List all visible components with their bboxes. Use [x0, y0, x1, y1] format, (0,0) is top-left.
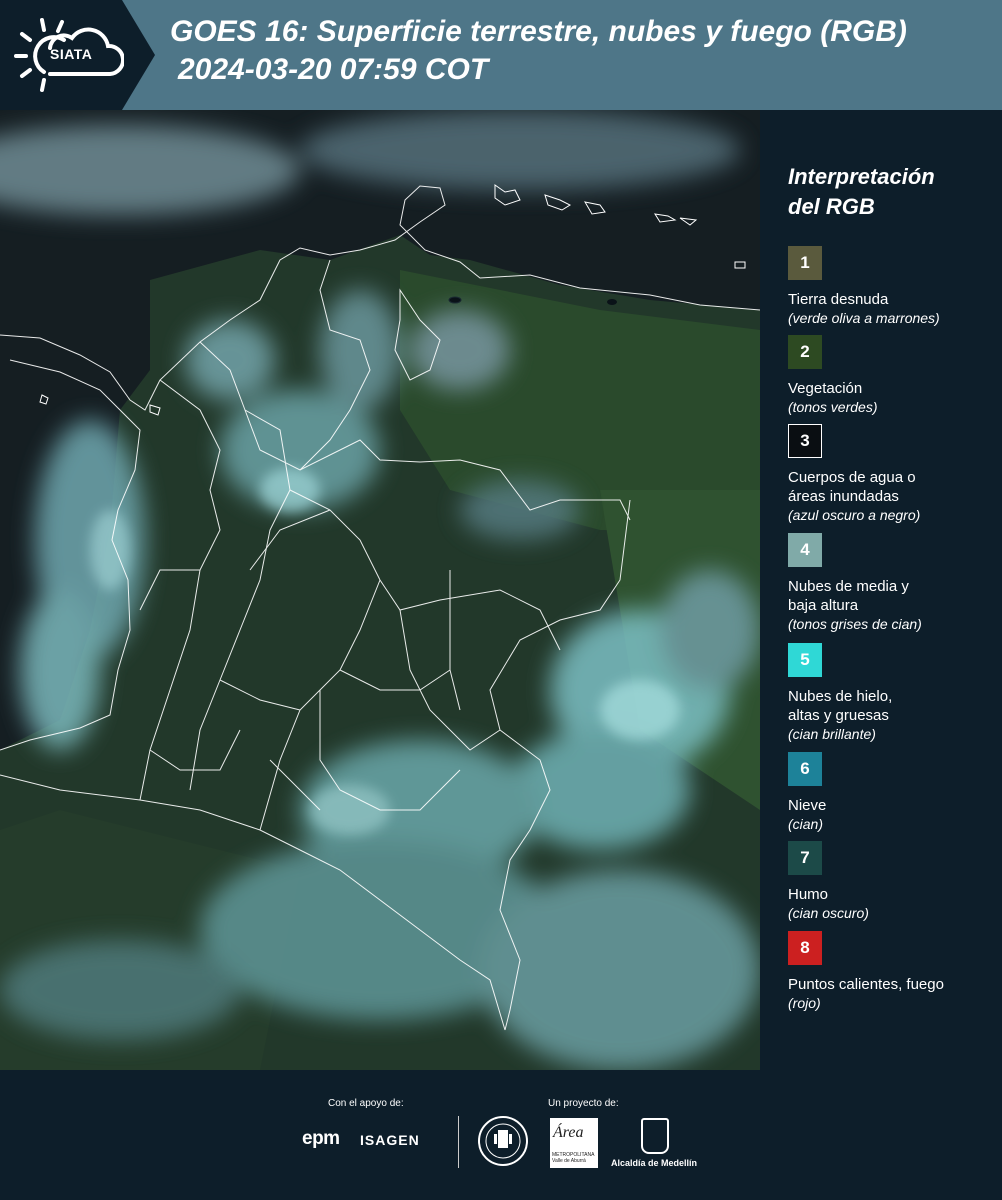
- epm-logo: epm: [302, 1128, 340, 1149]
- legend-number: 5: [800, 650, 810, 669]
- seal-hand-icon: [485, 1123, 521, 1159]
- legend-note: (rojo): [788, 995, 821, 1011]
- legend-swatch-7: 7: [788, 841, 822, 875]
- project-label: Un proyecto de:: [548, 1098, 619, 1109]
- legend-panel: Interpretación del RGB 1 Tierra desnuda …: [772, 110, 1002, 1070]
- satellite-map[interactable]: [0, 110, 760, 1070]
- logo-container: SIATA: [0, 0, 155, 110]
- legend-swatch-4: 4: [788, 533, 822, 567]
- area-metropolitana-logo: Área METROPOLITANA Valle de Aburrá: [550, 1118, 598, 1168]
- legend-label: Tierra desnuda: [788, 291, 889, 308]
- legend-item: 1 Tierra desnuda (verde oliva a marrones…: [788, 246, 998, 328]
- legend-title-line2: del RGB: [788, 194, 875, 219]
- legend-item: 7 Humo (cian oscuro): [788, 841, 998, 923]
- legend-note: (tonos grises de cian): [788, 616, 922, 632]
- footer: Con el apoyo de: Un proyecto de: epm ISA…: [0, 1070, 1002, 1200]
- legend-number: 7: [800, 848, 810, 867]
- legend-label: Nieve: [788, 797, 827, 814]
- legend-swatch-5: 5: [788, 643, 822, 677]
- legend-note: (cian): [788, 816, 824, 832]
- header: SIATA GOES 16: Superficie terrestre, nub…: [0, 0, 1002, 110]
- satellite-image: [0, 110, 760, 1070]
- legend-note: (tonos verdes): [788, 399, 878, 415]
- legend-swatch-1: 1: [788, 246, 822, 280]
- legend-label: Nubes de hielo, altas y gruesas: [788, 688, 893, 724]
- alcaldia-shield-icon: [641, 1118, 669, 1154]
- legend-label: Puntos calientes, fuego: [788, 976, 944, 993]
- legend-swatch-6: 6: [788, 752, 822, 786]
- legend-note: (azul oscuro a negro): [788, 507, 921, 523]
- legend-label: Cuerpos de agua o áreas inundadas: [788, 469, 916, 505]
- isagen-logo: ISAGEN: [360, 1132, 420, 1148]
- legend-label: Vegetación: [788, 380, 863, 397]
- legend-note: (cian brillante): [788, 726, 876, 742]
- legend-swatch-3: 3: [788, 424, 822, 458]
- support-label: Con el apoyo de:: [328, 1098, 404, 1109]
- legend-label: Humo: [788, 886, 829, 903]
- legend-number: 3: [800, 431, 810, 450]
- alcaldia-text: Alcaldía de Medellín: [611, 1158, 698, 1168]
- legend-swatch-2: 2: [788, 335, 822, 369]
- logo-text: SIATA: [50, 46, 93, 62]
- legend-item: 4 Nubes de media y baja altura (tonos gr…: [788, 533, 998, 634]
- legend-note: (cian oscuro): [788, 905, 869, 921]
- page-title: GOES 16: Superficie terrestre, nubes y f…: [170, 15, 907, 48]
- legend-note: (verde oliva a marrones): [788, 310, 940, 326]
- legend-title-line1: Interpretación: [788, 164, 935, 189]
- legend-item: 8 Puntos calientes, fuego (rojo): [788, 931, 998, 1013]
- divider: [458, 1116, 459, 1168]
- legend-number: 8: [800, 938, 810, 957]
- legend-label: Nubes de media y baja altura: [788, 578, 909, 614]
- legend-item: 2 Vegetación (tonos verdes): [788, 335, 998, 417]
- legend-number: 1: [800, 253, 810, 272]
- legend-number: 2: [800, 342, 810, 361]
- area-logo-subtext: METROPOLITANA Valle de Aburrá: [552, 1152, 595, 1164]
- legend-item: 5 Nubes de hielo, altas y gruesas (cian …: [788, 643, 998, 744]
- legend-item: 3 Cuerpos de agua o áreas inundadas (azu…: [788, 424, 998, 525]
- legend-number: 6: [800, 759, 810, 778]
- siata-seal-icon: [478, 1116, 528, 1166]
- legend-number: 4: [800, 540, 810, 559]
- legend-item: 6 Nieve (cian): [788, 752, 998, 834]
- timestamp: 2024-03-20 07:59 COT: [178, 53, 489, 86]
- area-logo-text: Área: [553, 1124, 584, 1141]
- legend-swatch-8: 8: [788, 931, 822, 965]
- legend-title: Interpretación del RGB: [788, 162, 935, 222]
